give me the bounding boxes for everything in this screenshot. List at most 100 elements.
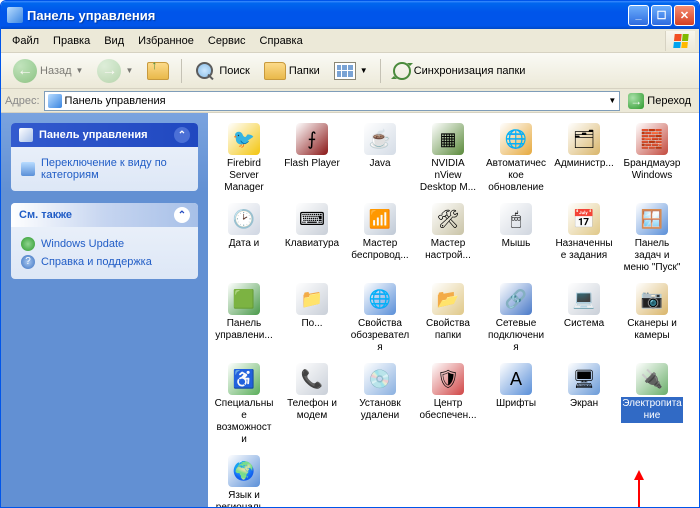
item-icon: 🗂 (568, 123, 600, 155)
control-panel-item[interactable]: ⌨Клавиатура (280, 201, 344, 277)
item-label: Шрифты (485, 397, 547, 411)
control-panel-item[interactable]: 💿Установк удалени (348, 361, 412, 449)
control-panel-item[interactable]: 🧱Брандмауэр Windows (620, 121, 684, 197)
item-icon: A (500, 363, 532, 395)
control-panel-item[interactable]: 🐦Firebird Server Manager (212, 121, 276, 197)
annotation-arrow (638, 473, 640, 507)
control-panel-item[interactable]: 📅Назначенные задания (552, 201, 616, 277)
item-label: Firebird Server Manager (213, 157, 275, 195)
tasks-panel: Панель управления ⌃ Переключение к виду … (11, 123, 198, 191)
minimize-button[interactable]: _ (628, 5, 649, 26)
item-icon: 💻 (568, 283, 600, 315)
item-icon: 🛡 (432, 363, 464, 395)
control-panel-item[interactable]: ☕Java (348, 121, 412, 197)
panel-header[interactable]: Панель управления ⌃ (11, 123, 198, 147)
item-label: NVIDIA nView Desktop M... (417, 157, 479, 195)
collapse-icon: ⌃ (174, 207, 190, 223)
item-icon: 💿 (364, 363, 396, 395)
control-panel-item[interactable]: 📶Мастер беспровод... (348, 201, 412, 277)
views-button[interactable]: ▼ (328, 56, 374, 86)
item-label: Сетевые подключения (485, 317, 547, 355)
menu-tools[interactable]: Сервис (201, 32, 253, 50)
search-icon (194, 60, 216, 82)
chevron-down-icon: ▼ (125, 66, 133, 75)
control-panel-item[interactable]: 🖥Экран (552, 361, 616, 449)
control-panel-item[interactable]: 🌐Свойства обозревателя (348, 281, 412, 357)
folder-up-icon (147, 62, 169, 80)
control-panel-item[interactable]: 📁 По... (280, 281, 344, 357)
control-panel-item[interactable]: A Шрифты (484, 361, 548, 449)
item-label: Центр обеспечен... (417, 397, 479, 423)
item-icon: 🖥 (568, 363, 600, 395)
switch-view-link[interactable]: Переключение к виду по категориям (21, 155, 188, 183)
folders-button[interactable]: Папки (258, 56, 326, 86)
menu-help[interactable]: Справка (253, 32, 310, 50)
item-icon: 🖱 (500, 203, 532, 235)
item-icon: 📁 (296, 283, 328, 315)
help-icon: ? (21, 255, 35, 269)
help-support-link[interactable]: ? Справка и поддержка (21, 253, 188, 271)
item-label: Установк удалени (349, 397, 411, 423)
menu-view[interactable]: Вид (97, 32, 131, 50)
windows-update-link[interactable]: Windows Update (21, 235, 188, 253)
item-icon: 🌐 (500, 123, 532, 155)
menu-file[interactable]: Файл (5, 32, 46, 50)
item-icon: ⌨ (296, 203, 328, 235)
close-button[interactable]: ✕ (674, 5, 695, 26)
search-button[interactable]: Поиск (188, 56, 255, 86)
control-panel-item[interactable]: 🗂 Администр... (552, 121, 616, 197)
forward-button[interactable]: → ▼ (91, 56, 139, 86)
control-panel-item[interactable]: 🛡Центр обеспечен... (416, 361, 480, 449)
control-panel-item[interactable]: 🌐Автоматическое обновление (484, 121, 548, 197)
control-panel-item[interactable]: 🟩Панель управлени... (212, 281, 276, 357)
item-label: По... (281, 317, 343, 331)
control-panel-item[interactable]: 🛠Мастер настрой... (416, 201, 480, 277)
titlebar: Панель управления _ ☐ ✕ (1, 1, 699, 29)
control-panel-item[interactable]: 🔗Сетевые подключения (484, 281, 548, 357)
chevron-down-icon[interactable]: ▼ (608, 96, 616, 105)
control-panel-item[interactable]: 🔌Электропитание (620, 361, 684, 449)
main-view: 🐦Firebird Server Manager⨍Flash Player☕Ja… (208, 113, 699, 507)
up-button[interactable] (141, 56, 175, 86)
window-title: Панель управления (27, 8, 628, 23)
go-icon: → (628, 93, 644, 109)
item-label: Администр... (553, 157, 615, 171)
item-label: Брандмауэр Windows (621, 157, 683, 183)
item-icon: 🟩 (228, 283, 260, 315)
control-panel-item[interactable]: ♿Специальные возможности (212, 361, 276, 449)
item-label: Система (553, 317, 615, 331)
item-label: Специальные возможности (213, 397, 275, 447)
control-panel-item[interactable]: ⨍Flash Player (280, 121, 344, 197)
control-panel-item[interactable]: ▦NVIDIA nView Desktop M... (416, 121, 480, 197)
item-icon: 🐦 (228, 123, 260, 155)
control-panel-item[interactable]: 📷Сканеры и камеры (620, 281, 684, 357)
chevron-down-icon: ▼ (360, 66, 368, 75)
back-icon: ← (13, 59, 37, 83)
item-label: Назначенные задания (553, 237, 615, 263)
menu-favorites[interactable]: Избранное (131, 32, 201, 50)
go-button[interactable]: → Переход (624, 91, 695, 111)
menubar: Файл Правка Вид Избранное Сервис Справка (1, 29, 699, 53)
app-icon (7, 7, 23, 23)
control-panel-item[interactable]: 🕑Дата и (212, 201, 276, 277)
back-button[interactable]: ← Назад ▼ (7, 56, 89, 86)
control-panel-item[interactable]: 🪟Панель задач и меню "Пуск" (620, 201, 684, 277)
panel-header[interactable]: См. также ⌃ (11, 203, 198, 227)
location-icon (48, 94, 62, 108)
address-input[interactable]: Панель управления ▼ (44, 91, 621, 111)
control-panel-item[interactable]: 📞Телефон и модем (280, 361, 344, 449)
item-label: Электропитание (621, 397, 683, 423)
item-label: Панель управлени... (213, 317, 275, 343)
item-label: Свойства обозревателя (349, 317, 411, 355)
sync-button[interactable]: Синхронизация папки (387, 56, 532, 86)
item-icon: ☕ (364, 123, 396, 155)
control-panel-item[interactable]: 🌍Язык и региональ... (212, 453, 276, 507)
maximize-button[interactable]: ☐ (651, 5, 672, 26)
chevron-down-icon: ▼ (76, 66, 84, 75)
menu-edit[interactable]: Правка (46, 32, 97, 50)
control-panel-item[interactable]: 📂Свойства папки (416, 281, 480, 357)
item-icon: 🧱 (636, 123, 668, 155)
control-panel-item[interactable]: 💻 Система (552, 281, 616, 357)
sync-icon (393, 62, 411, 80)
control-panel-item[interactable]: 🖱Мышь (484, 201, 548, 277)
